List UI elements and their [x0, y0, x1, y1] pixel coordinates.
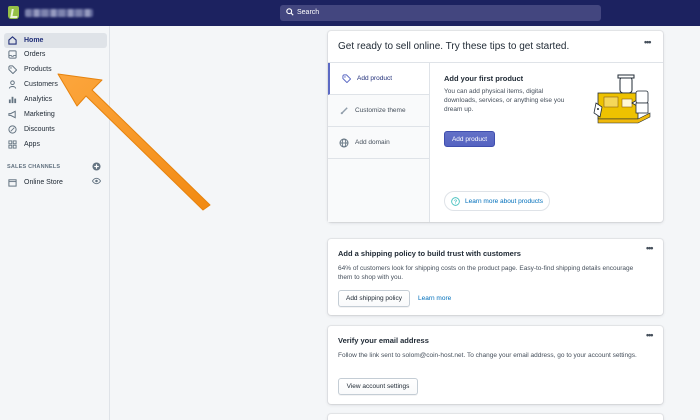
tab-customize-theme[interactable]: Customize theme	[328, 95, 429, 127]
sidebar-item-label: Apps	[24, 141, 40, 148]
sidebar-item-label: Analytics	[24, 96, 53, 103]
sidebar-item-label: Discounts	[24, 126, 55, 133]
store-name[interactable]	[25, 9, 93, 17]
orders-icon	[8, 50, 17, 59]
tips-card-title: Get ready to sell online. Try these tips…	[338, 41, 570, 52]
shopify-logo[interactable]	[8, 6, 19, 19]
more-actions-icon[interactable]: •••	[646, 243, 654, 253]
sidebar-item-products[interactable]: Products	[4, 62, 107, 77]
globe-icon	[339, 138, 349, 148]
sidebar-item-customers[interactable]: Customers	[4, 77, 107, 92]
shipping-policy-card: Add a shipping policy to build trust wit…	[328, 239, 663, 315]
sidebar-item-analytics[interactable]: Analytics	[4, 92, 107, 107]
tag-icon	[8, 65, 17, 74]
shipping-card-title: Add a shipping policy to build trust wit…	[338, 249, 521, 258]
megaphone-icon	[8, 110, 17, 119]
sales-channels-heading: SALES CHANNELS	[7, 164, 61, 170]
tag-icon	[341, 74, 351, 83]
sidebar-item-label: Products	[24, 66, 52, 73]
email-card-title: Verify your email address	[338, 336, 429, 345]
store-icon	[8, 178, 17, 187]
tab-label: Add domain	[355, 139, 390, 146]
sidebar-item-label: Orders	[24, 51, 46, 58]
sidebar-item-apps[interactable]: Apps	[4, 137, 107, 152]
sidebar-item-label: Customers	[24, 81, 58, 88]
learn-more-label: Learn more about products	[465, 197, 544, 205]
search-input[interactable]: Search	[280, 5, 601, 21]
question-icon: ?	[451, 196, 460, 206]
sidebar: Home Orders Products Customers Analytics…	[0, 26, 110, 420]
more-actions-icon[interactable]: •••	[644, 37, 652, 47]
sidebar-item-label: Home	[24, 37, 44, 44]
sidebar-item-marketing[interactable]: Marketing	[4, 107, 107, 122]
sidebar-item-label: Online Store	[24, 179, 63, 186]
top-bar: Search	[0, 0, 700, 26]
learn-more-products-link[interactable]: ? Learn more about products	[444, 191, 550, 211]
discount-icon	[8, 125, 17, 134]
eye-icon[interactable]	[92, 177, 101, 185]
tips-description: You can add physical items, digital down…	[444, 88, 565, 113]
sidebar-item-label: Marketing	[24, 111, 55, 118]
tips-heading: Add your first product	[444, 74, 524, 83]
sidebar-item-orders[interactable]: Orders	[4, 47, 107, 62]
product-illustration-icon	[593, 74, 651, 124]
email-card-description: Follow the link sent to solom@coin-host.…	[338, 352, 637, 359]
add-shipping-policy-button[interactable]: Add shipping policy	[338, 290, 410, 307]
tips-card: Get ready to sell online. Try these tips…	[328, 31, 663, 222]
view-account-settings-button[interactable]: View account settings	[338, 378, 418, 395]
brush-icon	[339, 106, 349, 115]
tips-content: Add your first product You can add physi…	[430, 62, 663, 222]
tab-label: Customize theme	[355, 107, 406, 114]
sidebar-item-discounts[interactable]: Discounts	[4, 122, 107, 137]
sidebar-item-home[interactable]: Home	[4, 33, 107, 48]
svg-text:?: ?	[454, 199, 457, 205]
tab-label: Add product	[357, 75, 393, 82]
apps-icon	[8, 140, 17, 149]
home-icon	[8, 36, 17, 45]
shipping-card-description: 64% of customers look for shipping costs…	[338, 265, 634, 281]
tab-add-product[interactable]: Add product	[328, 63, 429, 95]
search-placeholder: Search	[297, 9, 320, 16]
search-icon	[286, 8, 294, 16]
tab-add-domain[interactable]: Add domain	[328, 127, 429, 159]
more-actions-icon[interactable]: •••	[646, 330, 654, 340]
add-channel-icon[interactable]	[92, 162, 101, 171]
person-icon	[8, 80, 17, 89]
learn-more-link[interactable]: Learn more	[418, 295, 451, 302]
tips-tabs: Add product Customize theme Add domain	[328, 62, 430, 222]
add-product-button[interactable]: Add product	[444, 131, 495, 147]
next-card	[328, 414, 663, 420]
analytics-icon	[8, 95, 17, 104]
verify-email-card: Verify your email address ••• Follow the…	[328, 326, 663, 404]
